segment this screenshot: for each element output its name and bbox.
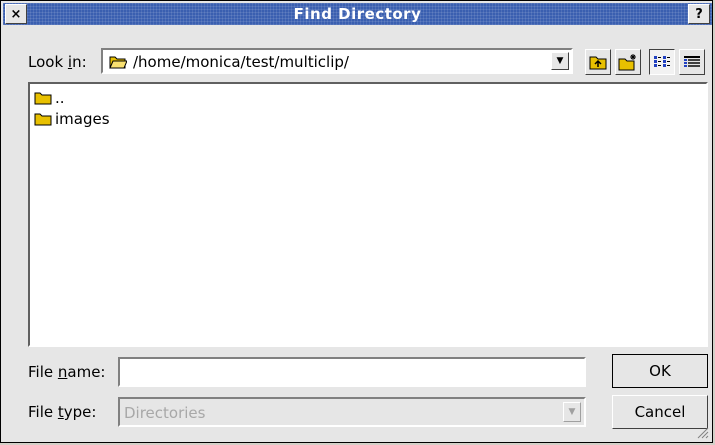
file-type-dropdown-button[interactable]: ▼: [563, 402, 581, 422]
detail-view-icon: [684, 56, 700, 67]
list-item-label: ..: [55, 89, 65, 107]
file-name-label: File name:: [28, 363, 106, 381]
file-type-combo[interactable]: Directories ▼: [118, 397, 586, 427]
title-bar[interactable]: Find Directory × ?: [3, 3, 712, 25]
file-type-value: Directories: [124, 404, 206, 422]
list-view-button[interactable]: [649, 49, 675, 75]
look-in-label: Look in:: [28, 53, 87, 71]
help-icon: ?: [695, 6, 703, 22]
detail-view-button[interactable]: [679, 49, 705, 75]
file-name-input[interactable]: [118, 357, 586, 387]
dialog-title: Find Directory: [293, 5, 422, 23]
folder-icon: [34, 113, 52, 126]
chevron-down-icon: ▼: [568, 407, 576, 417]
close-icon: ×: [10, 6, 22, 22]
parent-directory-icon: [589, 56, 607, 70]
list-item[interactable]: ..: [34, 88, 65, 108]
close-button[interactable]: ×: [5, 4, 27, 24]
file-type-label: File type:: [28, 403, 97, 421]
list-item[interactable]: images: [34, 109, 110, 129]
new-folder-button[interactable]: [615, 49, 641, 75]
look-in-combo[interactable]: /home/monica/test/multiclip/ ▼: [101, 48, 573, 74]
open-folder-icon: [109, 56, 127, 69]
help-button[interactable]: ?: [688, 4, 710, 24]
ok-button[interactable]: OK: [612, 354, 708, 388]
resize-grip-icon[interactable]: [697, 427, 709, 439]
list-item-label: images: [55, 110, 110, 128]
directory-list[interactable]: .. images: [28, 82, 708, 347]
look-in-path: /home/monica/test/multiclip/: [133, 53, 349, 71]
new-folder-icon: [618, 54, 636, 71]
parent-directory-button[interactable]: [585, 49, 611, 75]
cancel-button[interactable]: Cancel: [612, 395, 708, 429]
folder-icon: [34, 92, 52, 105]
chevron-down-icon: ▼: [556, 56, 564, 66]
look-in-dropdown-button[interactable]: ▼: [551, 52, 569, 70]
find-directory-dialog: Find Directory × ? Look in: /home/monica…: [0, 0, 713, 443]
list-view-icon: [654, 56, 670, 67]
